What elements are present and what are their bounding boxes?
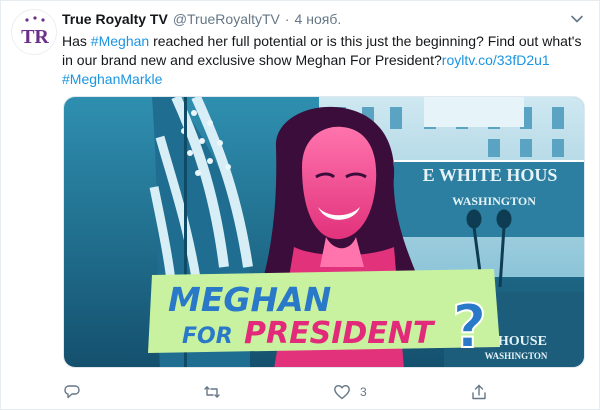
- true-royalty-logo: TR: [12, 10, 56, 54]
- chevron-down-icon[interactable]: [569, 11, 585, 27]
- tweet-text-part: Has: [62, 33, 91, 49]
- promo-image: E WHITE HOUS WASHINGTON E HOUSE WASHINGT…: [64, 97, 584, 367]
- banner-question-mark: ?: [452, 292, 487, 362]
- separator-dot: ·: [284, 11, 290, 27]
- avatar-monogram: TR: [21, 26, 49, 48]
- author-name[interactable]: True Royalty TV: [62, 11, 168, 27]
- banner-headline-for: FOR: [182, 324, 233, 349]
- like-button[interactable]: 3: [333, 381, 367, 403]
- reply-button[interactable]: [63, 381, 90, 403]
- retweet-icon: [204, 386, 220, 398]
- share-button[interactable]: [470, 381, 497, 403]
- reply-icon: [64, 385, 80, 399]
- banner-headline-president: PRESIDENT: [244, 316, 436, 351]
- like-count: 3: [360, 385, 367, 399]
- avatar[interactable]: TR: [11, 9, 57, 55]
- hashtag-meghanmarkle-link[interactable]: #MeghanMarkle: [62, 71, 162, 87]
- tweet-text: Has #Meghan reached her full potential o…: [62, 32, 582, 89]
- tweet-timestamp[interactable]: 4 нояб.: [295, 11, 342, 27]
- share-icon: [472, 384, 486, 400]
- tweet-actions: 3: [63, 381, 523, 403]
- banner-headline-meghan: MEGHAN: [168, 280, 331, 319]
- author-handle[interactable]: @TrueRoyaltyTV: [173, 11, 280, 27]
- heart-icon: [334, 385, 350, 400]
- tweet-header: True Royalty TV @TrueRoyaltyTV · 4 нояб.: [62, 11, 341, 31]
- building-sign-text: E WHITE HOUS: [423, 165, 558, 185]
- building-sign-subtext: WASHINGTON: [452, 194, 536, 208]
- hashtag-meghan-link[interactable]: #Meghan: [91, 33, 149, 49]
- tweet-url-link[interactable]: royltv.co/33fD2u1: [442, 52, 550, 68]
- tweet-media-image[interactable]: E WHITE HOUS WASHINGTON E HOUSE WASHINGT…: [63, 96, 585, 368]
- retweet-button[interactable]: [203, 381, 230, 403]
- podium-sign-subtext: WASHINGTON: [485, 351, 548, 361]
- tweet-card[interactable]: TR True Royalty TV @TrueRoyaltyTV · 4 но…: [0, 0, 600, 410]
